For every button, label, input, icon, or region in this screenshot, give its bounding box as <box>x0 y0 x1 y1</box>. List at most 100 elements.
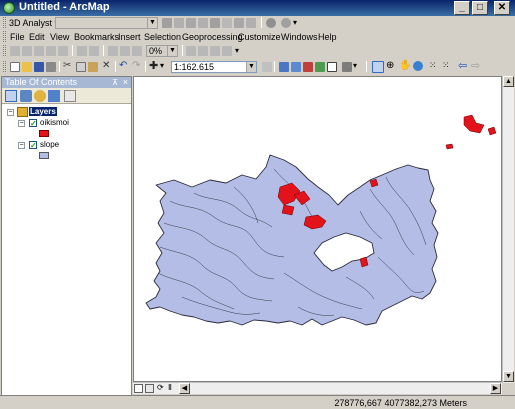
list-by-drawing-order-tab[interactable] <box>5 90 17 102</box>
fixed-zoom-out-icon[interactable] <box>89 46 99 56</box>
layer-slope[interactable]: slope <box>40 140 59 150</box>
toolbar-overflow-icon[interactable]: ▾ <box>235 46 239 55</box>
menu-insert[interactable]: Insert <box>118 31 141 43</box>
scroll-down-button[interactable]: ▼ <box>503 371 514 382</box>
zoom-100-icon[interactable] <box>58 46 68 56</box>
map-display[interactable] <box>133 76 502 382</box>
menu-bookmarks[interactable]: Bookmarks <box>74 31 119 43</box>
open-folder-icon[interactable] <box>22 62 32 72</box>
3d-tool-icon-5[interactable] <box>210 18 220 28</box>
slope-polygon-island[interactable] <box>145 154 439 326</box>
minimize-button[interactable]: _ <box>454 1 470 15</box>
save-icon[interactable] <box>34 62 44 72</box>
full-extent-globe-icon[interactable] <box>413 61 423 71</box>
toolbar-grip[interactable] <box>3 45 6 56</box>
map-canvas[interactable] <box>134 77 501 381</box>
toc-window-icon[interactable] <box>279 62 289 72</box>
toc-options-tab[interactable] <box>64 90 76 102</box>
fixed-zoom-in-icon[interactable] <box>77 46 87 56</box>
fixed-zoom-in-icon[interactable]: ⁙ <box>429 60 437 71</box>
slope-visibility-checkbox[interactable]: ✓ <box>29 141 37 150</box>
layers-root[interactable]: Layers <box>29 107 57 117</box>
menu-edit[interactable]: Edit <box>29 31 45 43</box>
scroll-left-button[interactable]: ◀ <box>179 383 190 394</box>
layout-zoom-in-icon[interactable] <box>10 46 20 56</box>
menubar-grip[interactable] <box>3 31 6 42</box>
list-by-visibility-tab[interactable] <box>34 90 46 102</box>
scroll-up-button[interactable]: ▲ <box>503 76 514 87</box>
collapse-oikismoi-icon[interactable]: − <box>18 120 25 127</box>
modelbuilder-icon[interactable] <box>342 62 352 72</box>
python-window-icon[interactable] <box>327 62 337 72</box>
3d-tool-icon-7[interactable] <box>234 18 244 28</box>
search-window-icon[interactable] <box>303 62 313 72</box>
layout-extra-icon[interactable] <box>132 46 142 56</box>
editor-toolbar-icon[interactable] <box>262 62 272 72</box>
arcmap-app-icon[interactable] <box>3 2 15 14</box>
3d-tool-icon-1[interactable] <box>162 18 172 28</box>
redo-icon[interactable]: ↷ <box>132 60 140 71</box>
change-layout-icon[interactable] <box>210 46 220 56</box>
copy-icon[interactable] <box>76 62 86 72</box>
maximize-button[interactable]: □ <box>472 1 488 15</box>
menu-geoprocessing[interactable]: Geoprocessing <box>182 31 243 43</box>
add-data-dropdown-icon[interactable]: ▾ <box>160 61 164 70</box>
menu-windows[interactable]: Windows <box>281 31 318 43</box>
vertical-scrollbar[interactable]: ▲ ▼ <box>502 76 514 383</box>
collapse-slope-icon[interactable]: − <box>18 142 25 149</box>
map-scale-combo[interactable]: 1:162.615 ▼ <box>171 61 257 73</box>
globe-icon[interactable] <box>266 18 276 28</box>
3d-tool-icon-3[interactable] <box>186 18 196 28</box>
data-driven-pages-icon[interactable] <box>222 46 232 56</box>
paste-icon[interactable] <box>88 62 98 72</box>
cut-icon[interactable]: ✂ <box>63 60 71 71</box>
3d-layer-combo[interactable]: ▼ <box>55 17 158 29</box>
toolbar-overflow-icon[interactable]: ▾ <box>353 61 357 70</box>
3d-tool-icon-8[interactable] <box>246 18 256 28</box>
3d-tool-icon-2[interactable] <box>174 18 184 28</box>
layout-view-button[interactable] <box>145 384 154 393</box>
slope-symbol-swatch[interactable] <box>39 152 49 159</box>
forward-arrow-icon[interactable]: ⇨ <box>471 59 480 72</box>
close-button[interactable]: ✕ <box>494 1 510 15</box>
menu-selection[interactable]: Selection <box>144 31 181 43</box>
new-document-icon[interactable] <box>10 62 20 72</box>
toolbar-overflow-icon[interactable]: ▾ <box>293 18 297 27</box>
collapse-layers-icon[interactable]: − <box>7 109 14 116</box>
layout-zoom-out-icon[interactable] <box>22 46 32 56</box>
refresh-icon[interactable]: ⟳ <box>157 383 164 392</box>
add-data-icon[interactable]: ✚ <box>149 59 158 72</box>
delete-icon[interactable]: ✕ <box>102 60 110 71</box>
toc-close-icon[interactable]: × <box>123 77 128 88</box>
menu-view[interactable]: View <box>50 31 69 43</box>
menu-help[interactable]: Help <box>318 31 337 43</box>
print-icon[interactable] <box>46 62 56 72</box>
pan-hand-icon[interactable]: ✋ <box>399 60 411 71</box>
catalog-window-icon[interactable] <box>291 62 301 72</box>
go-back-extent-icon[interactable] <box>108 46 118 56</box>
toggle-draft-icon[interactable] <box>186 46 196 56</box>
toolbar-grip[interactable] <box>3 17 6 28</box>
scroll-right-button[interactable]: ▶ <box>490 383 501 394</box>
toolbar-grip[interactable] <box>3 61 6 72</box>
oikismoi-symbol-swatch[interactable] <box>39 130 49 137</box>
arctoolbox-icon[interactable] <box>315 62 325 72</box>
zoom-in-icon[interactable]: ⊕ <box>386 60 394 71</box>
undo-icon[interactable]: ↶ <box>119 60 127 71</box>
pin-icon[interactable]: ⊼ <box>112 77 118 88</box>
go-forward-extent-icon[interactable] <box>120 46 130 56</box>
oikismoi-visibility-checkbox[interactable]: ✓ <box>29 119 37 128</box>
select-elements-icon[interactable] <box>372 61 384 73</box>
fixed-zoom-out-icon[interactable]: ⁙ <box>442 60 450 71</box>
focus-frame-icon[interactable] <box>198 46 208 56</box>
data-view-button[interactable] <box>134 384 143 393</box>
scene-icon[interactable] <box>281 18 291 28</box>
back-arrow-icon[interactable]: ⇦ <box>458 59 467 72</box>
zoom-whole-page-icon[interactable] <box>46 46 56 56</box>
horizontal-scrollbar[interactable]: ⟳ Ⅱ ◀ ▶ <box>133 382 502 394</box>
3d-tool-icon-6[interactable] <box>222 18 232 28</box>
pause-drawing-icon[interactable]: Ⅱ <box>168 383 172 392</box>
list-by-selection-tab[interactable] <box>48 90 60 102</box>
list-by-source-tab[interactable] <box>20 90 32 102</box>
layer-oikismoi[interactable]: oikismoi <box>40 118 69 128</box>
